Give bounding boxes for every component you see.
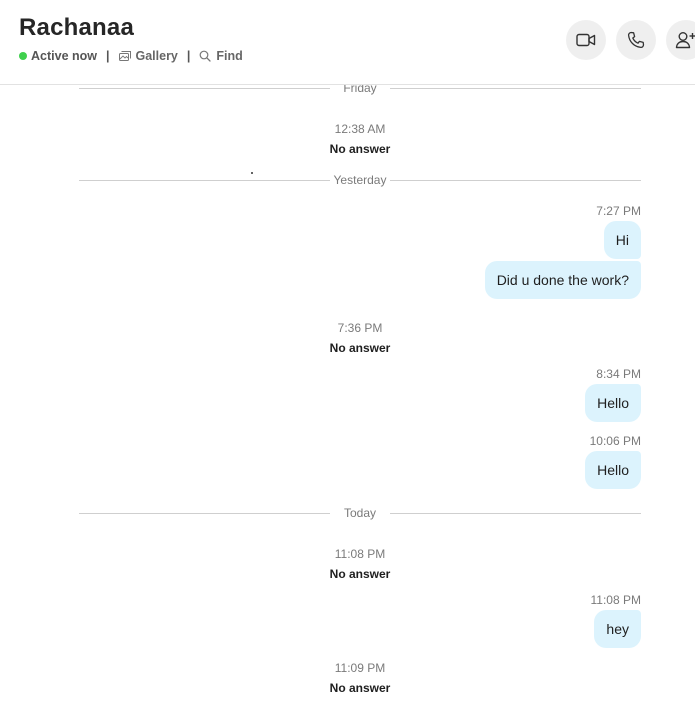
separator: |: [106, 49, 110, 63]
message-bubble[interactable]: Hello: [585, 451, 641, 489]
call-status: No answer: [329, 341, 391, 355]
date-label: Friday: [343, 85, 377, 95]
message-bubble[interactable]: Hello: [585, 384, 641, 422]
divider-line: [79, 179, 330, 181]
message-time: 11:08 PM: [590, 593, 641, 607]
contact-name[interactable]: Rachanaa: [19, 14, 134, 42]
gallery-label: Gallery: [135, 49, 178, 63]
divider-line: [390, 179, 641, 181]
find-link[interactable]: Find: [199, 49, 243, 63]
date-divider-yesterday: Yesterday: [79, 173, 641, 187]
call-time: 7:36 PM: [337, 321, 383, 335]
gallery-link[interactable]: Gallery: [118, 49, 178, 63]
divider-line: [79, 512, 330, 514]
online-status-dot: [19, 52, 27, 60]
call-time: 11:09 PM: [334, 661, 386, 675]
gallery-icon: [118, 51, 131, 61]
date-divider-friday: Friday: [79, 85, 641, 95]
presence-status: Active now: [31, 49, 97, 63]
call-time: 12:38 AM: [334, 122, 386, 136]
chat-header: Rachanaa Active now | Gallery | Find: [0, 0, 695, 85]
separator: |: [186, 49, 191, 63]
add-person-icon: [675, 32, 695, 49]
video-call-button[interactable]: [566, 20, 606, 60]
contact-subbar: Active now | Gallery | Find: [19, 49, 243, 63]
date-divider-today: Today: [79, 506, 641, 520]
phone-icon: [627, 31, 645, 49]
divider-line: [79, 87, 330, 89]
message-bubble[interactable]: Hi: [603, 221, 641, 259]
find-label: Find: [216, 49, 243, 63]
divider-line: [390, 512, 641, 514]
message-time: 7:27 PM: [596, 204, 641, 218]
conversation-area[interactable]: Friday 12:38 AM No answer Yesterday 7:27…: [0, 85, 695, 713]
message-bubble[interactable]: Did u done the work?: [484, 261, 641, 299]
message-time: 8:34 PM: [596, 367, 641, 381]
call-status: No answer: [329, 142, 391, 156]
search-icon: [199, 50, 212, 62]
call-status: No answer: [329, 681, 391, 695]
message-bubble[interactable]: hey: [594, 610, 641, 648]
add-participant-button[interactable]: [666, 20, 695, 60]
divider-line: [390, 87, 641, 89]
call-status: No answer: [329, 567, 391, 581]
date-label: Yesterday: [333, 173, 387, 187]
date-label: Today: [343, 506, 377, 520]
call-time: 11:08 PM: [334, 547, 386, 561]
audio-call-button[interactable]: [616, 20, 656, 60]
message-time: 10:06 PM: [589, 434, 641, 448]
video-camera-icon: [576, 33, 596, 47]
